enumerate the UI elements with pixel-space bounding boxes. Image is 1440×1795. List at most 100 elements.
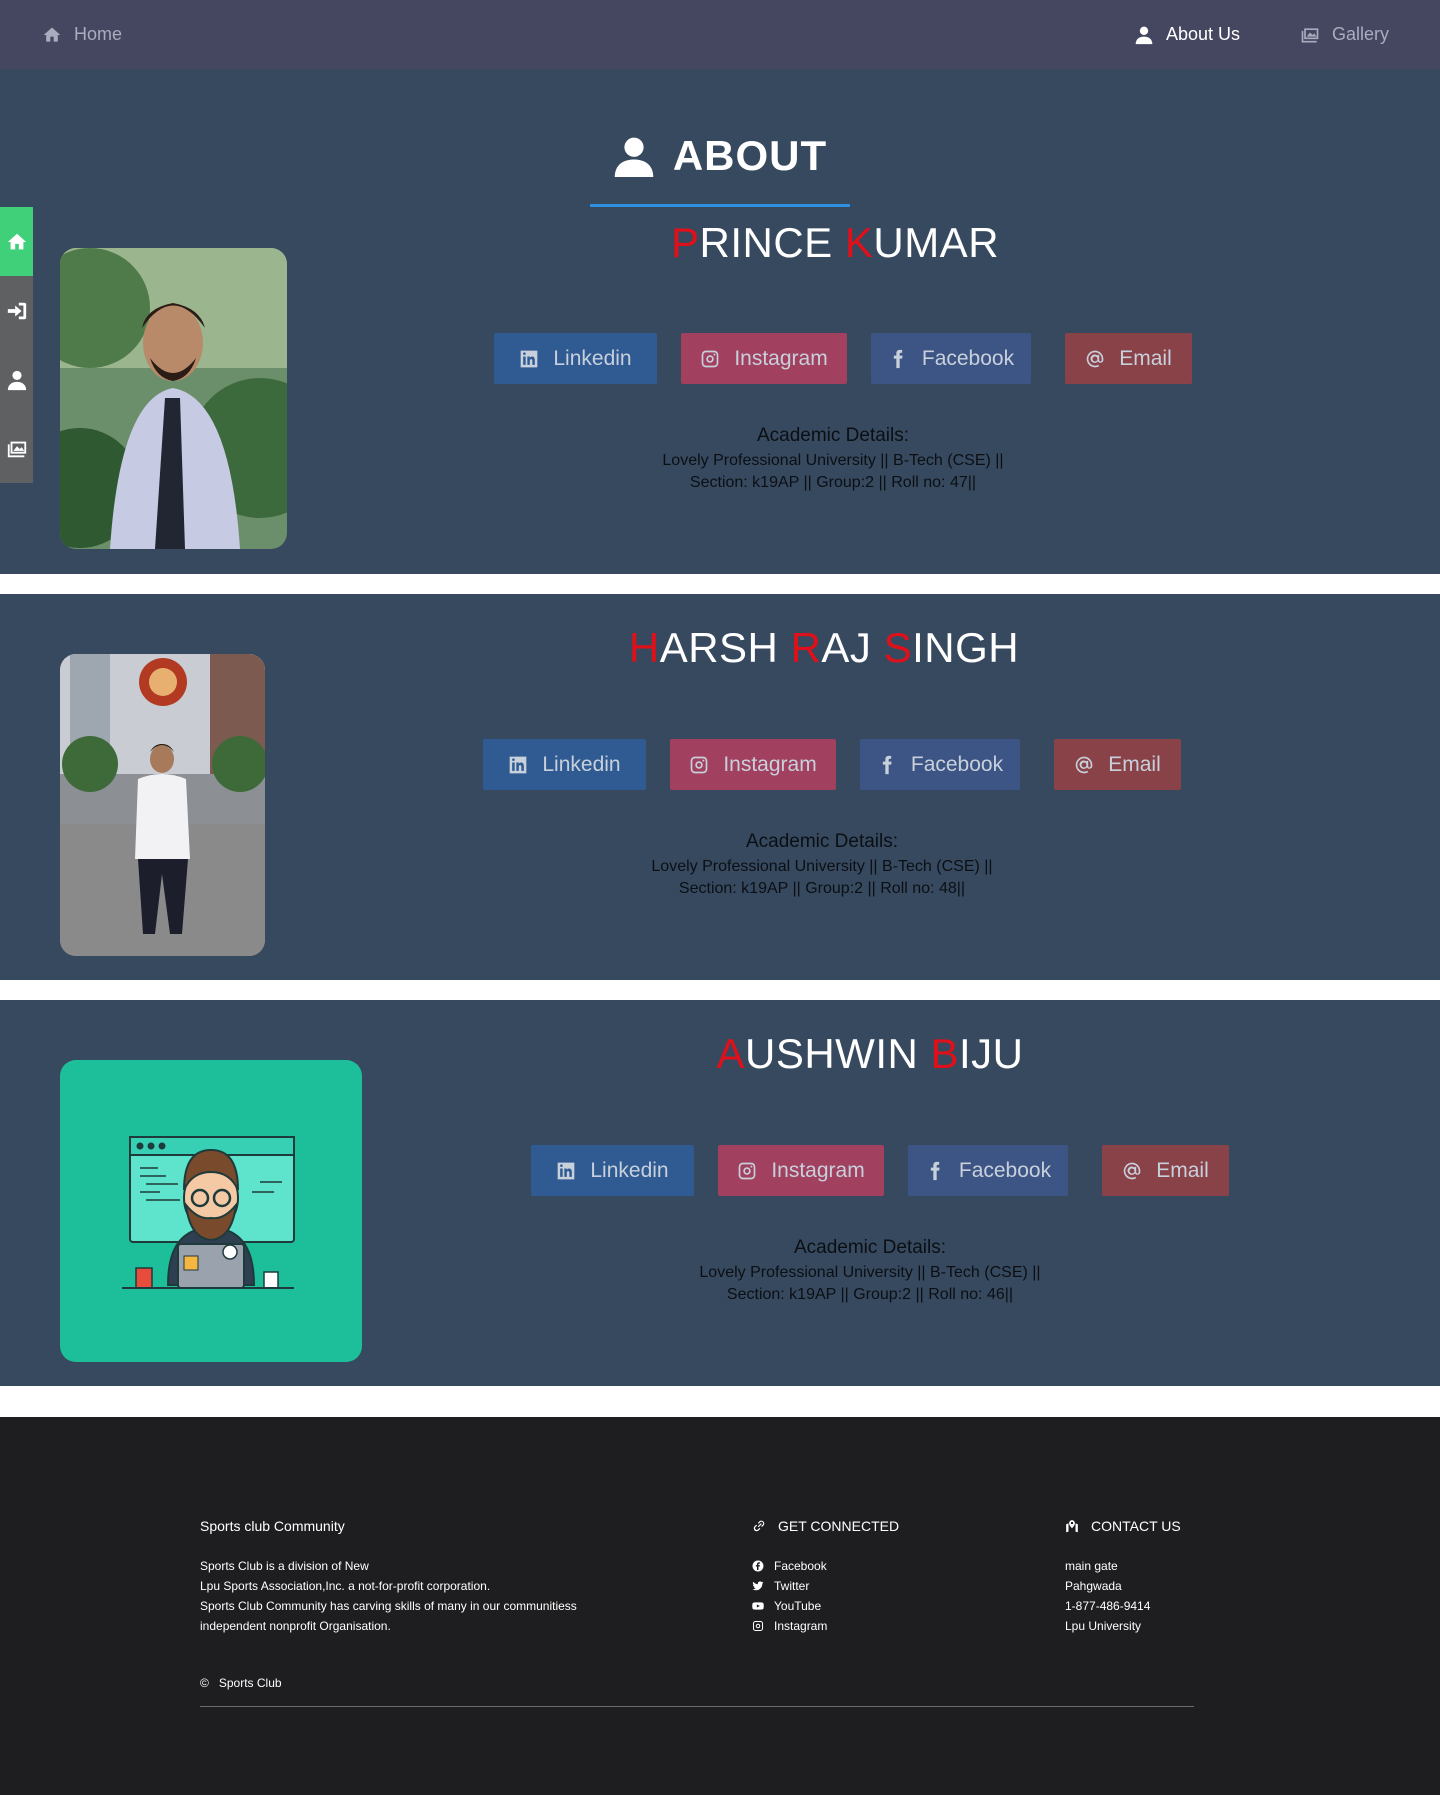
footer-link-label: YouTube — [774, 1599, 822, 1613]
linkedin-label: Linkedin — [553, 346, 632, 370]
member-name: HARSH RAJ SINGH — [369, 624, 1279, 672]
linkedin-icon — [521, 350, 538, 367]
instagram-icon — [753, 1621, 763, 1631]
footer-brand-text: Sports Club is a division of New Lpu Spo… — [200, 1556, 620, 1636]
sidebar-item-home[interactable] — [0, 207, 33, 276]
academic-title: Academic Details: — [745, 831, 899, 852]
footer-link-label: Instagram — [774, 1619, 828, 1633]
footer-copyright: © Sports Club — [200, 1676, 282, 1690]
sidebar-item-login[interactable] — [0, 276, 33, 345]
footer-contact-line: 1-877-486-9414 — [1065, 1599, 1151, 1613]
gallery-icon — [7, 441, 26, 457]
member-section-1: ABOUT PRINCE KUMAR Linkedin Instagram Fa… — [0, 69, 1440, 574]
academic-line: Section: k19AP || Group:2 || Roll no: 48… — [678, 880, 966, 897]
instagram-label: Instagram — [771, 1158, 865, 1182]
name-initial: H — [628, 624, 660, 671]
academic-line: Section: k19AP || Group:2 || Roll no: 47… — [689, 474, 977, 491]
link-icon — [753, 1520, 765, 1532]
member-section-3: AUSHWIN BIJU Linkedin Instagram Facebook… — [0, 1000, 1440, 1386]
nav-about-label: About Us — [1166, 24, 1241, 44]
email-button[interactable]: Email — [1065, 333, 1192, 384]
sign-in-icon — [7, 302, 26, 319]
footer-link-facebook[interactable]: Facebook — [752, 1556, 972, 1576]
footer-contact-line: Lpu University — [1065, 1619, 1142, 1633]
name-rest: AJ — [821, 624, 872, 671]
name-rest: IJU — [959, 1030, 1024, 1077]
instagram-icon — [701, 350, 719, 367]
academic-details: Academic Details: Lovely Professional Un… — [570, 1237, 1170, 1306]
name-initial: B — [930, 1030, 960, 1077]
footer-copyright-label: Sports Club — [218, 1676, 282, 1690]
email-label: Email — [1119, 346, 1172, 370]
nav-gallery-label: Gallery — [1332, 24, 1390, 44]
instagram-icon — [690, 756, 708, 773]
facebook-icon — [882, 755, 892, 774]
gallery-icon — [1301, 27, 1319, 42]
linkedin-label: Linkedin — [590, 1158, 669, 1182]
member-photo — [60, 248, 287, 549]
member-avatar-illustration — [60, 1060, 362, 1362]
academic-line: Lovely Professional University || B-Tech… — [699, 1264, 1041, 1281]
name-initial: A — [716, 1030, 745, 1077]
facebook-label: Facebook — [958, 1158, 1052, 1182]
name-rest: USHWIN — [745, 1030, 919, 1077]
email-button[interactable]: Email — [1054, 739, 1181, 790]
footer-link-twitter[interactable]: Twitter — [752, 1576, 972, 1596]
home-icon — [43, 27, 61, 42]
linkedin-button[interactable]: Linkedin — [494, 333, 657, 384]
footer-brand-line: independent nonprofit Organisation. — [200, 1619, 391, 1633]
member-section-2: HARSH RAJ SINGH Linkedin Instagram Faceb… — [0, 594, 1440, 980]
facebook-button[interactable]: Facebook — [871, 333, 1031, 384]
facebook-label: Facebook — [921, 346, 1015, 370]
instagram-button[interactable]: Instagram — [718, 1145, 884, 1196]
name-rest: ARSH — [659, 624, 779, 671]
footer-link-youtube[interactable]: YouTube — [752, 1596, 972, 1616]
academic-line: Lovely Professional University || B-Tech… — [662, 452, 1004, 469]
facebook-button[interactable]: Facebook — [908, 1145, 1068, 1196]
facebook-button[interactable]: Facebook — [860, 739, 1020, 790]
linkedin-button[interactable]: Linkedin — [483, 739, 646, 790]
member-photo — [60, 654, 265, 956]
side-navbar — [0, 207, 33, 483]
nav-home-link[interactable]: Home — [42, 0, 122, 69]
about-heading: ABOUT — [0, 132, 1440, 180]
instagram-button[interactable]: Instagram — [681, 333, 847, 384]
instagram-button[interactable]: Instagram — [670, 739, 836, 790]
academic-line: Section: k19AP || Group:2 || Roll no: 46… — [726, 1286, 1014, 1303]
nav-about-link[interactable]: About Us — [1134, 0, 1240, 69]
nav-home-label: Home — [74, 24, 123, 44]
nav-gallery-link[interactable]: Gallery — [1300, 0, 1389, 69]
footer-link-label: Twitter — [774, 1579, 810, 1593]
email-button[interactable]: Email — [1102, 1145, 1229, 1196]
footer-brand-line: Sports Club is a division of New — [200, 1559, 369, 1573]
at-icon — [1075, 756, 1093, 773]
sidebar-item-gallery[interactable] — [0, 414, 33, 483]
footer-social-links: Facebook Twitter YouTube Instagram — [752, 1556, 972, 1636]
footer-brand-line: Lpu Sports Association,Inc. a not-for-pr… — [200, 1579, 491, 1593]
footer-contact-title: CONTACT US — [1065, 1516, 1245, 1536]
facebook-label: Facebook — [910, 752, 1004, 776]
at-icon — [1123, 1162, 1141, 1179]
sidebar-item-about[interactable] — [0, 345, 33, 414]
linkedin-button[interactable]: Linkedin — [531, 1145, 694, 1196]
footer-link-instagram[interactable]: Instagram — [752, 1616, 972, 1636]
home-icon — [7, 233, 26, 249]
twitter-icon — [752, 1581, 764, 1591]
instagram-icon — [738, 1162, 756, 1179]
footer-contact-text: main gate Pahgwada 1-877-486-9414 Lpu Un… — [1065, 1556, 1245, 1636]
user-icon — [7, 370, 26, 390]
name-rest: RINCE — [699, 219, 833, 266]
member-name: AUSHWIN BIJU — [415, 1030, 1325, 1078]
name-initial: K — [844, 219, 874, 266]
footer-brand-title: Sports club Community — [200, 1518, 345, 1534]
name-rest: UMAR — [873, 219, 1000, 266]
name-initial: R — [790, 624, 822, 671]
footer-connect-label: GET CONNECTED — [778, 1518, 900, 1534]
map-marker-icon — [1066, 1520, 1078, 1533]
academic-details: Academic Details: Lovely Professional Un… — [522, 831, 1122, 900]
user-icon — [1135, 26, 1153, 44]
footer-contact-column: CONTACT US main gate Pahgwada 1-877-486-… — [1065, 1516, 1245, 1636]
footer-divider — [200, 1706, 1194, 1707]
footer-contact-line: main gate — [1065, 1559, 1118, 1573]
facebook-icon — [752, 1560, 764, 1572]
